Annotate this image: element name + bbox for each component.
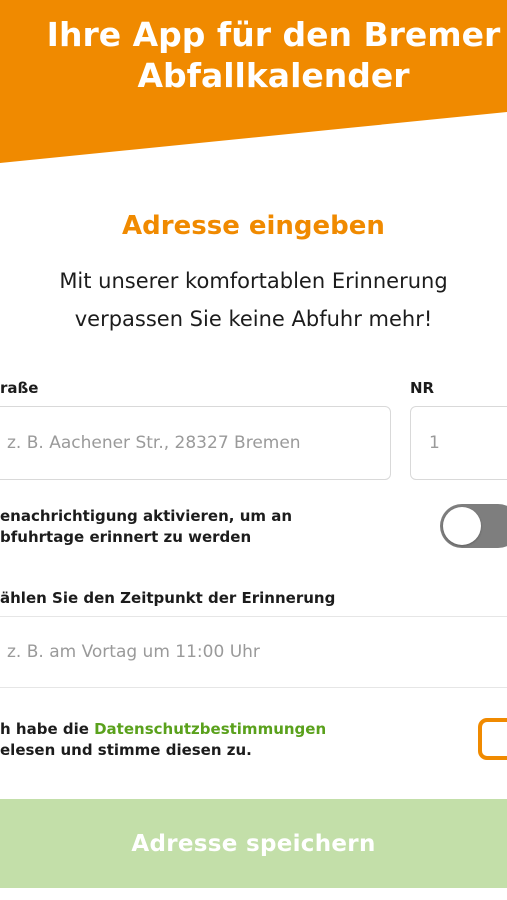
notification-label-line2: bfuhrtage erinnert zu werden	[0, 528, 252, 546]
section-subtitle: Mit unserer komfortablen Erinnerung verp…	[59, 269, 448, 331]
reminder-time-label: ählen Sie den Zeitpunkt der Erinnerung	[0, 589, 336, 607]
street-label: raße	[0, 379, 39, 397]
notification-toggle[interactable]	[440, 504, 507, 548]
consent-prefix: h habe die	[0, 720, 95, 738]
reminder-time-input[interactable]	[0, 616, 507, 688]
notification-label-line1: enachrichtigung aktivieren, um an	[0, 507, 293, 525]
number-label: NR	[410, 379, 435, 397]
toggle-knob	[443, 507, 481, 545]
privacy-consent-checkbox[interactable]	[478, 718, 507, 760]
notification-label: enachrichtigung aktivieren, um an bfuhrt…	[0, 506, 292, 548]
privacy-policy-link[interactable]: Datenschutzbestimmungen	[94, 720, 326, 738]
header-title: Ihre App für den Bremer Abfallkalender	[46, 15, 501, 95]
street-input[interactable]	[0, 406, 391, 480]
save-address-button[interactable]: Adresse speichern	[0, 799, 507, 888]
consent-line2: elesen und stimme diesen zu.	[0, 741, 252, 759]
section-title: Adresse eingeben	[122, 211, 385, 241]
privacy-consent-text: h habe die Datenschutzbestimmungen elese…	[0, 719, 326, 761]
house-number-input[interactable]	[410, 406, 507, 480]
